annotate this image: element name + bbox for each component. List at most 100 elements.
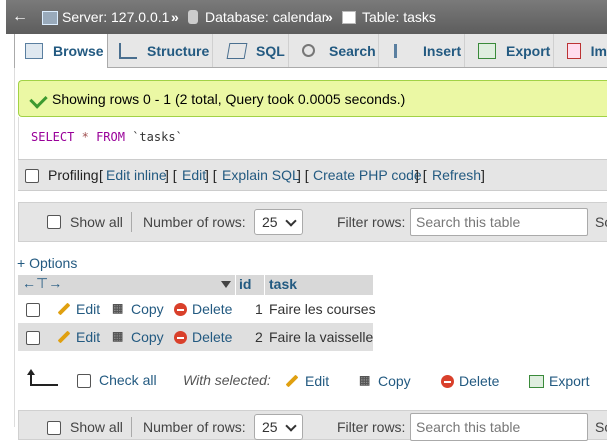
- pencil-icon: [57, 330, 71, 344]
- cell-task[interactable]: Faire la vaisselle: [269, 329, 373, 345]
- filter-input[interactable]: Search this table: [410, 208, 588, 236]
- bulk-delete-button[interactable]: Delete: [459, 373, 499, 389]
- delete-row-link[interactable]: Delete: [192, 301, 232, 317]
- tab-insert[interactable]: Insert: [380, 34, 465, 67]
- sql-query[interactable]: SELECT * FROM `tasks`: [31, 130, 183, 144]
- refresh-link[interactable]: Refresh: [432, 167, 481, 183]
- server-icon: [42, 11, 58, 25]
- header-divider: [235, 275, 236, 295]
- arrow-head: [27, 369, 35, 375]
- tab-label: Browse: [53, 43, 104, 59]
- copy-icon: ▦: [112, 329, 124, 343]
- breadcrumb-database[interactable]: Database: calendar: [205, 9, 326, 25]
- create-php-code-link[interactable]: Create PHP code: [313, 167, 422, 183]
- bracket: [: [99, 167, 103, 183]
- sql-table: `tasks`: [132, 130, 183, 144]
- tab-label: Insert: [423, 42, 462, 59]
- navigation-bar-bottom: Show all Number of rows: 25 Filter rows:…: [18, 410, 607, 441]
- rows-select[interactable]: 25: [254, 414, 303, 440]
- sql-icon: [226, 42, 248, 59]
- show-all-checkbox[interactable]: [47, 215, 61, 229]
- edit-row-link[interactable]: Edit: [76, 301, 100, 317]
- table-icon: [342, 11, 356, 24]
- cell-id: 2: [255, 329, 263, 345]
- bulk-copy-button[interactable]: Copy: [378, 373, 411, 389]
- copy-row-link[interactable]: Copy: [131, 301, 164, 317]
- edit-row-link[interactable]: Edit: [76, 329, 100, 345]
- edit-link[interactable]: Edit: [182, 167, 206, 183]
- breadcrumb-separator: »: [325, 9, 333, 25]
- with-selected-label: With selected:: [183, 372, 271, 388]
- row-checkbox[interactable]: [26, 303, 40, 317]
- left-border: [0, 34, 15, 427]
- bracket: ] [: [297, 167, 309, 183]
- export-icon: [478, 42, 496, 59]
- row-checkbox[interactable]: [26, 331, 40, 345]
- rows-label: Number of rows:: [143, 419, 246, 435]
- tab-search[interactable]: Search: [290, 34, 379, 67]
- success-message: Showing rows 0 - 1 (2 total, Query took …: [18, 80, 607, 117]
- tab-label: Export: [506, 42, 551, 59]
- delete-icon: [441, 375, 454, 388]
- show-all-label: Show all: [70, 419, 123, 435]
- tab-export[interactable]: Export: [466, 34, 554, 67]
- column-header-task[interactable]: task: [269, 276, 297, 292]
- check-icon: [29, 90, 48, 109]
- copy-icon: ▦: [112, 301, 124, 315]
- chevron-down-icon: [285, 215, 297, 227]
- profiling-label: Profiling: [48, 167, 99, 183]
- profiling-bar: Profiling [ Edit inline ] [ Edit ] [ Exp…: [18, 159, 607, 191]
- check-all-label[interactable]: Check all: [99, 372, 157, 388]
- import-icon: [567, 42, 581, 59]
- tab-label: Im: [590, 42, 607, 59]
- bracket: ] [: [165, 167, 177, 183]
- column-header-id[interactable]: id: [239, 276, 251, 292]
- table-header: ←⊤→ id task: [18, 275, 373, 295]
- check-all-checkbox[interactable]: [77, 374, 91, 388]
- table-row: Edit ▦ Copy Delete 2 Faire la vaisselle: [18, 323, 373, 351]
- sql-query-box: SELECT * FROM `tasks`: [18, 117, 607, 159]
- table-row: Edit ▦ Copy Delete 1 Faire les courses: [18, 295, 376, 323]
- tab-bar: Browse Structure SQL Search Insert Expor…: [14, 34, 607, 68]
- rows-label: Number of rows:: [143, 214, 246, 230]
- explain-sql-link[interactable]: Explain SQL: [222, 167, 300, 183]
- divider: [131, 417, 132, 437]
- bracket: ]: [481, 167, 485, 183]
- copy-icon: ▦: [359, 373, 371, 387]
- tab-sql[interactable]: SQL: [214, 34, 289, 67]
- pencil-icon: [57, 302, 71, 316]
- show-all-label: Show all: [70, 214, 123, 230]
- rows-select[interactable]: 25: [254, 209, 303, 235]
- tab-browse[interactable]: Browse: [14, 34, 108, 68]
- sort-label-cut: So: [595, 419, 607, 435]
- breadcrumb-server[interactable]: Server: 127.0.0.1: [62, 9, 169, 25]
- header-divider: [264, 275, 265, 295]
- breadcrumb-table[interactable]: Table: tasks: [362, 9, 436, 25]
- column-arrows-icon[interactable]: ←⊤→: [22, 275, 62, 292]
- sort-dropdown-icon[interactable]: [221, 281, 231, 288]
- tab-label: Structure: [147, 42, 210, 59]
- tab-import[interactable]: Im: [555, 34, 607, 67]
- success-text: Showing rows 0 - 1 (2 total, Query took …: [52, 91, 406, 107]
- tab-structure[interactable]: Structure: [109, 34, 213, 67]
- rows-value: 25: [262, 419, 278, 435]
- bulk-edit-button[interactable]: Edit: [305, 373, 329, 389]
- show-all-checkbox[interactable]: [47, 421, 61, 435]
- bulk-export-button[interactable]: Export: [549, 373, 589, 389]
- sql-keyword-from: FROM: [96, 130, 125, 144]
- sql-star: *: [81, 130, 89, 144]
- profiling-checkbox[interactable]: [25, 169, 39, 183]
- cell-task[interactable]: Faire les courses: [269, 301, 376, 317]
- export-icon: [529, 375, 544, 388]
- delete-row-link[interactable]: Delete: [192, 329, 232, 345]
- breadcrumb-bar: ← Server: 127.0.0.1 » Database: calendar…: [0, 0, 607, 35]
- edit-inline-link[interactable]: Edit inline: [106, 167, 167, 183]
- filter-label: Filter rows:: [337, 419, 406, 435]
- filter-label: Filter rows:: [337, 214, 406, 230]
- options-link[interactable]: + Options: [17, 255, 77, 271]
- browse-icon: [25, 43, 43, 59]
- tab-label: Search: [329, 42, 376, 59]
- collapse-arrow-icon[interactable]: ←: [12, 8, 28, 26]
- filter-input[interactable]: Search this table: [410, 413, 588, 441]
- copy-row-link[interactable]: Copy: [131, 329, 164, 345]
